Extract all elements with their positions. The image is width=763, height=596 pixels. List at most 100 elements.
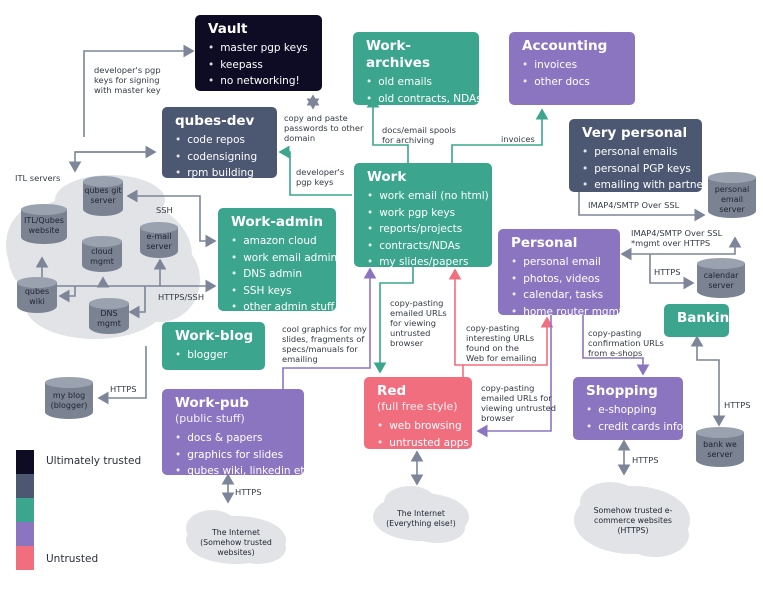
legend-swatch-level-5 bbox=[16, 546, 34, 570]
qubes-domains-diagram: Vault master pgp keys keepass no network… bbox=[0, 0, 763, 596]
server-my-blog: my blog (blogger) bbox=[45, 377, 93, 419]
domain-item: emailing with partner bbox=[582, 177, 707, 194]
domain-title: Shopping bbox=[586, 383, 658, 399]
domain-title: Work-archives bbox=[366, 38, 430, 71]
domain-qubes-dev[interactable]: qubes-dev code repos codensigning rpm bu… bbox=[162, 107, 277, 179]
server-label: my blog (blogger) bbox=[50, 391, 88, 410]
label-imap-very-personal: IMAP4/SMTP Over SSL bbox=[588, 200, 680, 210]
legend-label-bottom: Untrusted bbox=[46, 553, 99, 565]
domain-item: work email admin bbox=[231, 250, 337, 267]
domain-item: other admin stuff bbox=[231, 299, 334, 316]
domain-work-archives[interactable]: Work-archives old emails old contracts, … bbox=[353, 32, 482, 121]
server-label: personal email server bbox=[714, 185, 750, 214]
domain-title: Work-admin bbox=[231, 214, 324, 230]
domain-item: home router mgmt bbox=[511, 304, 623, 321]
ecommerce-label: Somehow trusted e-commerce websites (HTT… bbox=[593, 506, 673, 535]
domain-accounting[interactable]: Accounting invoices other docs bbox=[509, 32, 635, 105]
itl-servers-label: ITL servers bbox=[15, 173, 61, 183]
server-bank: bank we server bbox=[696, 427, 744, 467]
domain-item: codensigning bbox=[175, 149, 267, 166]
domain-item: invoices bbox=[522, 57, 625, 74]
domain-item: personal emails bbox=[582, 144, 692, 161]
legend-swatch-level-2 bbox=[16, 474, 34, 498]
domain-item: photos, videos bbox=[511, 271, 610, 288]
internet-trusted-label: The Internet (Somehow trusted websites) bbox=[200, 528, 272, 557]
server-label: ITL/Qubes website bbox=[24, 216, 64, 235]
domain-title: Banking bbox=[677, 310, 739, 326]
domain-item: no networking! bbox=[366, 107, 469, 124]
domain-item: blogger bbox=[175, 347, 255, 364]
domain-shopping[interactable]: Shopping e-shopping credit cards info bbox=[573, 377, 683, 440]
domain-title: Work bbox=[367, 169, 407, 185]
server-email: e-mail server bbox=[140, 222, 178, 258]
label-copy-confirmation: copy-pasting confirmation URLs from e-shop… bbox=[588, 328, 664, 358]
domain-item: old emails bbox=[366, 74, 469, 91]
label-imap-personal: IMAP4/SMTP Over SSL *mgmt over HTTPS bbox=[631, 228, 723, 248]
domain-subtitle: (public stuff) bbox=[175, 412, 245, 425]
domain-work-admin[interactable]: Work-admin amazon cloud work email admin… bbox=[218, 208, 337, 313]
domain-item: graphics for slides bbox=[175, 447, 294, 464]
domain-item: calendar, tasks bbox=[511, 287, 610, 304]
domain-banking[interactable]: Banking bbox=[664, 304, 739, 337]
domain-work-blog[interactable]: Work-blog blogger bbox=[162, 322, 265, 370]
legend-label-top: Ultimately trusted bbox=[46, 455, 142, 467]
legend-swatch-level-4 bbox=[16, 522, 34, 546]
label-https-ssh: HTTPS/SSH bbox=[158, 292, 205, 302]
server-label: DNS mgmt bbox=[97, 309, 121, 328]
domain-item: rpm building bbox=[175, 165, 267, 182]
label-https-calendar: HTTPS bbox=[654, 267, 681, 277]
domain-work[interactable]: Work work email (no html) work pgp keys … bbox=[354, 163, 492, 268]
domain-item: untrusted apps bbox=[377, 435, 469, 452]
domain-personal[interactable]: Personal personal email photos, videos c… bbox=[498, 229, 623, 318]
server-qubes-wiki: qubes wiki bbox=[17, 277, 57, 313]
server-label: e-mail server bbox=[146, 232, 172, 251]
label-invoices: invoices bbox=[501, 134, 535, 144]
label-https-blog: HTTPS bbox=[110, 384, 137, 394]
domain-title: qubes-dev bbox=[175, 113, 255, 129]
domain-item: amazon cloud bbox=[231, 233, 326, 250]
domain-item: credit cards info bbox=[586, 419, 683, 436]
domain-title: Work-pub bbox=[175, 395, 249, 411]
server-label: qubes git server bbox=[84, 186, 122, 205]
label-copy-emailed-urls-personal: copy-pasting emailed URLs for viewing untr… bbox=[481, 383, 556, 423]
domain-item: personal email bbox=[511, 254, 610, 271]
domain-title: Red bbox=[377, 383, 407, 399]
label-https-pub: HTTPS bbox=[235, 487, 262, 497]
label-copy-interesting-urls: copy-pasting interesting URLs found on the… bbox=[466, 323, 537, 363]
label-dev-pgp-keys: developer's pgp keys bbox=[296, 167, 345, 187]
domain-vault[interactable]: Vault master pgp keys keepass no network… bbox=[195, 15, 322, 91]
domain-title: Personal bbox=[511, 235, 578, 251]
domain-work-pub[interactable]: Work-pub (public stuff) docs & papers gr… bbox=[162, 389, 310, 477]
domain-item: docs & papers bbox=[175, 430, 294, 447]
domain-title: Very personal bbox=[582, 125, 688, 141]
domain-item: contracts/NDAs bbox=[367, 238, 482, 255]
legend-swatch-level-1 bbox=[16, 450, 34, 474]
server-cloud-mgmt: cloud mgmt bbox=[82, 236, 122, 272]
label-docs-spools: docs/email spools for archiving bbox=[382, 125, 456, 145]
server-label: cloud mgmt bbox=[90, 247, 114, 266]
server-dns-mgmt: DNS mgmt bbox=[89, 298, 129, 334]
domain-item: work email (no html) bbox=[367, 188, 489, 205]
domain-red[interactable]: Red (full free style) web browsing untru… bbox=[364, 377, 472, 449]
label-https-bank: HTTPS bbox=[724, 400, 751, 410]
label-copy-emailed-urls-work: copy-pasting emailed URLs for viewing untru… bbox=[390, 298, 447, 348]
server-qubes-git: qubes git server bbox=[83, 176, 123, 216]
domain-item: web browsing bbox=[377, 418, 462, 435]
domain-item: keepass bbox=[208, 57, 312, 74]
domain-item: no networking! bbox=[208, 73, 312, 90]
domain-title: Accounting bbox=[522, 38, 608, 54]
domain-item: qubes wiki, linkedin etc bbox=[175, 463, 310, 480]
domain-item: other docs bbox=[522, 74, 625, 91]
domain-very-personal[interactable]: Very personal personal emails personal P… bbox=[569, 119, 707, 194]
domain-item: old contracts, NDAs bbox=[366, 91, 482, 108]
server-calendar: calendar server bbox=[697, 258, 745, 298]
domain-subtitle: (full free style) bbox=[377, 400, 458, 413]
server-personal-email: personal email server bbox=[708, 172, 756, 218]
domain-title: Work-blog bbox=[175, 328, 254, 344]
domain-item: my slides/papers bbox=[367, 254, 482, 271]
internet-everything-label: The Internet (Everything else!) bbox=[386, 509, 456, 528]
domain-item: reports/projects bbox=[367, 221, 482, 238]
label-ssh: SSH bbox=[156, 205, 173, 215]
domain-item: SSH keys bbox=[231, 283, 326, 300]
domain-item: master pgp keys bbox=[208, 40, 312, 57]
